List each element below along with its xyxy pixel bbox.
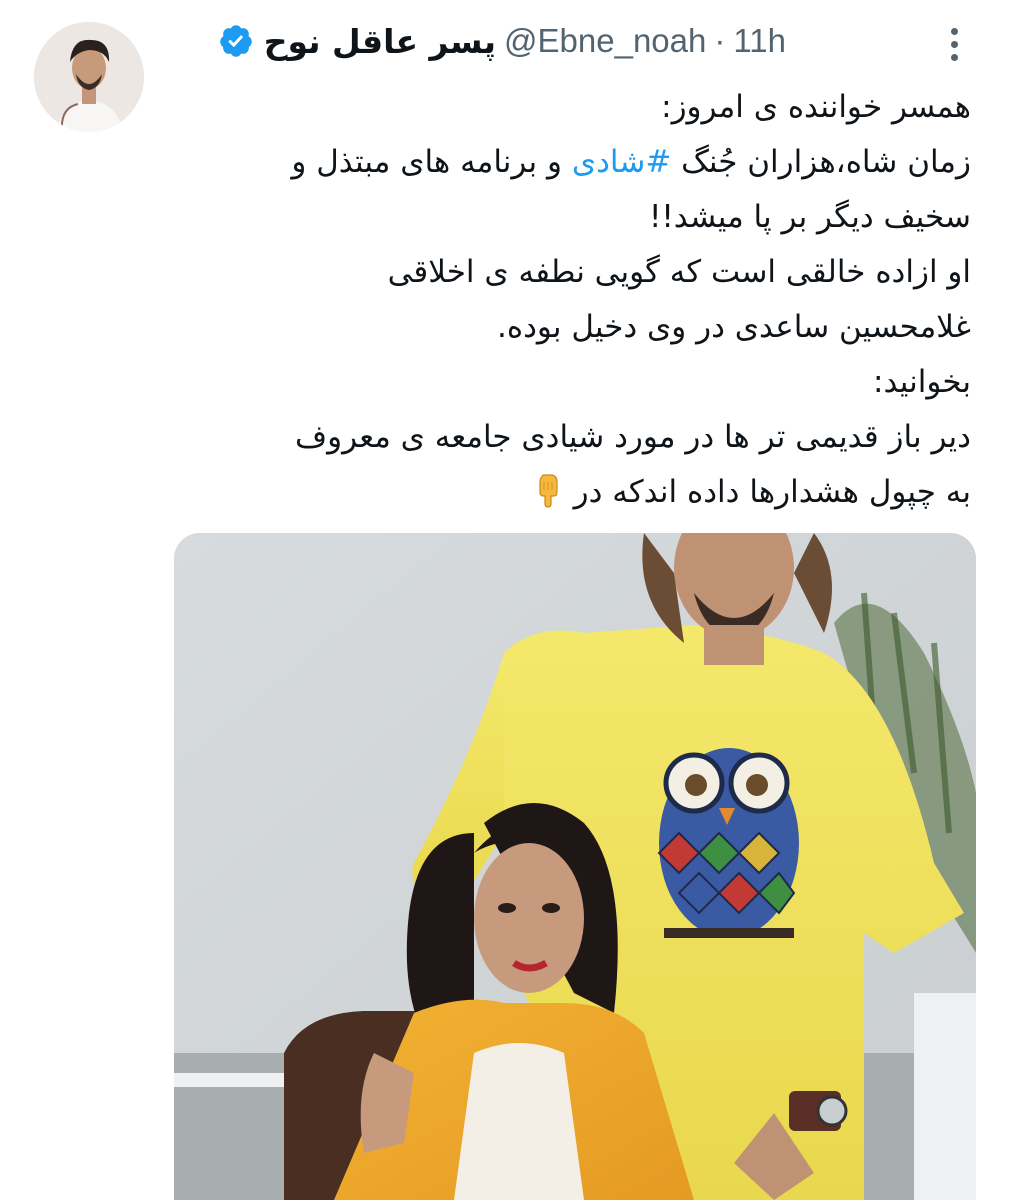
- author-avatar[interactable]: [34, 22, 144, 132]
- tweet-line-with-hashtag: زمان شاه،هزاران جُنگ #شادی و برنامه های …: [171, 135, 971, 190]
- owl-shirt-icon: [657, 748, 799, 938]
- hashtag-link[interactable]: #شادی: [572, 144, 671, 180]
- tweet-line: دیر باز قدیمی تر ها در مورد شیادی جامعه …: [295, 419, 971, 455]
- tweet-line: سخیف دیگر بر پا میشد!!: [648, 199, 971, 235]
- tweet-time[interactable]: 11h: [733, 22, 786, 60]
- tweet-text: همسر خواننده ی امروز: زمان شاه،هزاران جُ…: [171, 80, 971, 520]
- tweet-text-fragment: زمان شاه،هزاران جُنگ: [681, 144, 971, 180]
- tweet-text-fragment: و برنامه های مبتذل و: [291, 144, 562, 180]
- more-options-button[interactable]: [944, 28, 964, 62]
- author-handle[interactable]: @Ebne_noah: [504, 22, 706, 60]
- more-vertical-icon: [950, 28, 958, 35]
- tweet-photo[interactable]: [174, 533, 976, 1200]
- tweet-text-fragment: به چپول هشدارها داده اندکه در: [573, 474, 971, 510]
- tweet-line: او ازاده خالقی است که گویی نطفه ی اخلاقی: [387, 254, 971, 290]
- tweet-line: غلامحسین ساعدی در وی دخیل بوده.: [496, 309, 971, 345]
- backhand-index-pointing-down-icon: [539, 474, 558, 508]
- separator-dot: ·: [714, 22, 726, 59]
- tweet-line: همسر خواننده ی امروز:: [661, 89, 971, 125]
- author-name[interactable]: پسر عاقل نوح: [264, 22, 496, 61]
- tweet-header: پسر عاقل نوح @Ebne_noah · 11h: [218, 20, 786, 62]
- tweet-line-last: به چپول هشدارها داده اندکه در: [171, 465, 971, 520]
- tweet-photo-image: [174, 533, 976, 1200]
- profile-avatar-icon: [34, 22, 144, 132]
- tweet-line: بخوانید:: [873, 364, 971, 400]
- verified-badge-icon: [219, 25, 252, 57]
